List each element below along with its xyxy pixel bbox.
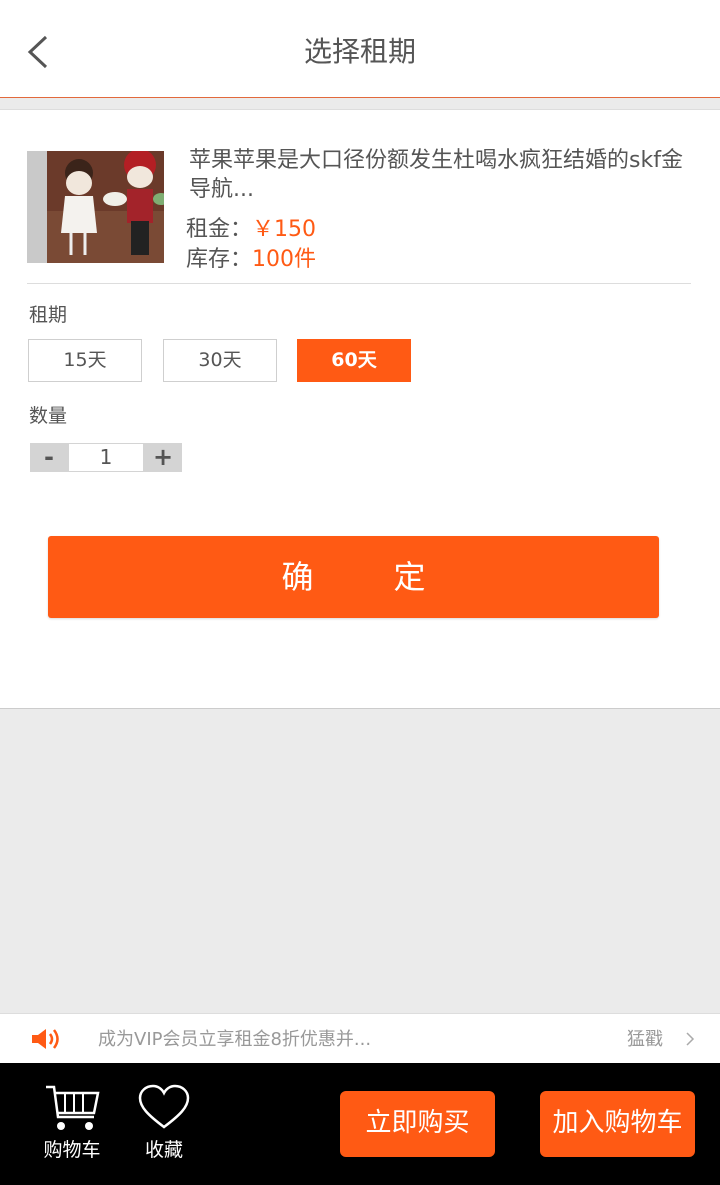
- price-label: 租金：: [186, 217, 253, 242]
- period-option-60[interactable]: 60天: [297, 339, 411, 382]
- rental-options-card: 苹果苹果是大口径份额发生杜喝水疯狂结婚的skf金导航... 租金：￥150 库存…: [0, 109, 720, 709]
- heart-icon: [138, 1084, 190, 1129]
- quantity-plus-button[interactable]: +: [144, 443, 182, 472]
- notice-link[interactable]: 猛戳: [627, 1025, 663, 1051]
- period-option-30[interactable]: 30天: [163, 339, 277, 382]
- stock-label: 库存：: [186, 247, 253, 272]
- quantity-minus-button[interactable]: -: [30, 443, 68, 472]
- cart-tab[interactable]: 购物车: [32, 1083, 112, 1173]
- bottom-action-bar: 购物车 收藏 立即购买 加入购物车: [0, 1063, 720, 1185]
- add-to-cart-button[interactable]: 加入购物车: [540, 1091, 695, 1157]
- period-option-15[interactable]: 15天: [28, 339, 142, 382]
- buy-now-button[interactable]: 立即购买: [340, 1091, 495, 1157]
- price-row: 租金：￥150: [186, 211, 316, 243]
- period-label: 租期: [29, 304, 68, 326]
- product-image: [27, 151, 164, 263]
- page-title: 选择租期: [303, 35, 416, 68]
- stock-value: 100件: [252, 247, 317, 272]
- divider: [27, 283, 691, 284]
- stock-row: 库存：100件: [186, 241, 316, 273]
- speaker-icon: [30, 1025, 64, 1053]
- vip-notice-bar[interactable]: 成为VIP会员立享租金8折优惠并... 猛戳: [0, 1013, 720, 1063]
- notice-text: 成为VIP会员立享租金8折优惠并...: [98, 1029, 372, 1050]
- chevron-right-icon: [683, 1030, 697, 1048]
- favorite-tab[interactable]: 收藏: [124, 1083, 204, 1173]
- product-name: 苹果苹果是大口径份额发生杜喝水疯狂结婚的skf金导航...: [189, 148, 683, 202]
- header: 选择租期: [0, 0, 720, 98]
- quantity-stepper: - 1 +: [30, 443, 182, 472]
- quantity-input[interactable]: 1: [69, 444, 143, 471]
- cart-tab-label: 购物车: [43, 1139, 101, 1161]
- price-value: ￥150: [252, 217, 317, 242]
- favorite-tab-label: 收藏: [144, 1139, 183, 1161]
- quantity-label: 数量: [29, 405, 68, 427]
- cart-icon: [46, 1085, 100, 1130]
- confirm-button[interactable]: 确定: [48, 536, 659, 618]
